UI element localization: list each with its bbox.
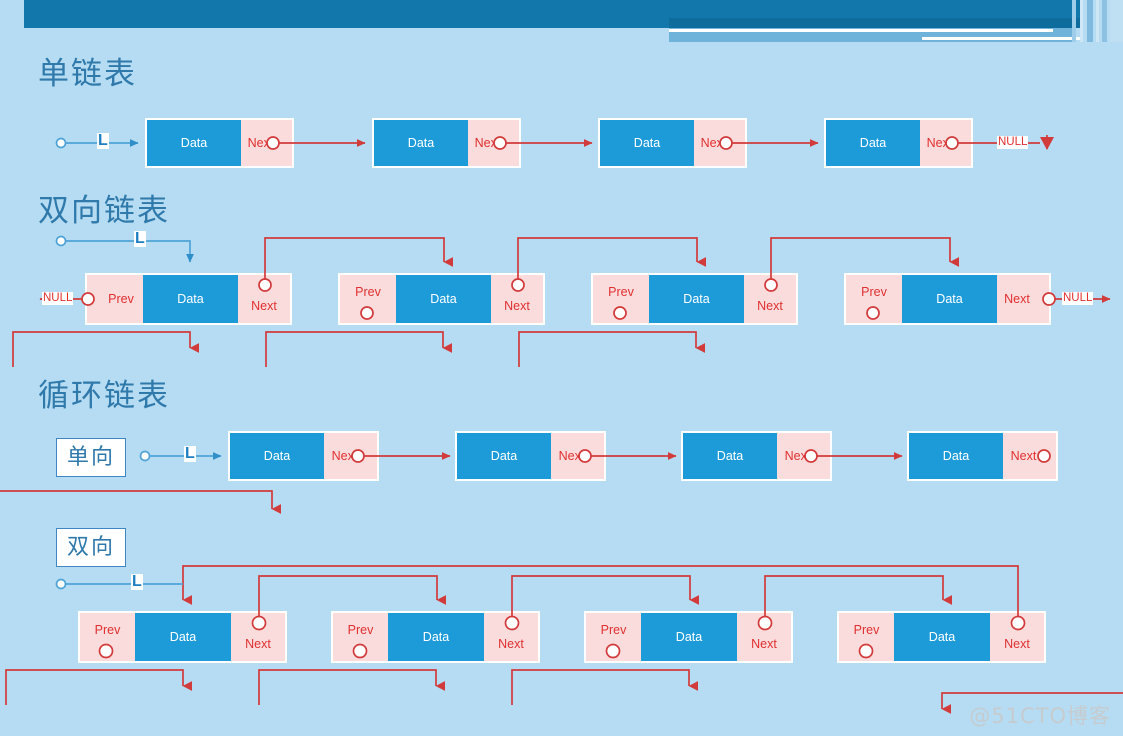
cdbl-next-3 bbox=[764, 575, 952, 623]
prev-dot bbox=[605, 643, 621, 659]
head-origin-dots bbox=[55, 137, 151, 590]
doubly-prev-3 bbox=[265, 331, 452, 367]
prev-dot bbox=[352, 643, 368, 659]
doubly-next-1 bbox=[264, 237, 453, 285]
head-dot bbox=[55, 137, 67, 149]
head-dot bbox=[55, 235, 67, 247]
head-arrow-doubly bbox=[64, 240, 194, 263]
next-dot bbox=[258, 278, 272, 292]
cdbl-next-wrap bbox=[182, 565, 1019, 623]
next-dot bbox=[493, 136, 507, 150]
null-arrow-down bbox=[1040, 137, 1054, 150]
next-dot bbox=[804, 449, 818, 463]
next-dot bbox=[251, 615, 267, 631]
head-label-circ-singly: L bbox=[184, 445, 196, 462]
prev-dot bbox=[81, 292, 95, 306]
next-dot bbox=[578, 449, 592, 463]
next-dot bbox=[351, 449, 365, 463]
prev-dot bbox=[98, 643, 114, 659]
next-dot bbox=[1037, 449, 1051, 463]
connector-layer bbox=[0, 135, 1123, 714]
next-dot bbox=[764, 278, 778, 292]
prev-dot bbox=[613, 306, 627, 320]
head-label-circ-doubly: L bbox=[131, 573, 143, 590]
next-dot bbox=[266, 136, 280, 150]
prev-dot bbox=[866, 306, 880, 320]
red-connectors bbox=[0, 135, 1123, 714]
slide-canvas: 单链表 双向链表 循环链表 单向 双向 Data Next Data Next … bbox=[0, 0, 1123, 736]
cdbl-next-1 bbox=[258, 575, 446, 623]
cdbl-prev-2 bbox=[5, 669, 192, 705]
head-label-doubly: L bbox=[134, 230, 146, 247]
null-label-doubly-right: NULL bbox=[1062, 292, 1094, 305]
null-label-singly: NULL bbox=[997, 136, 1029, 149]
doubly-prev-4 bbox=[518, 331, 705, 367]
head-dot bbox=[139, 450, 151, 462]
next-dot bbox=[1042, 292, 1056, 306]
null-label-doubly-left: NULL bbox=[42, 292, 74, 305]
next-dot bbox=[511, 278, 525, 292]
next-dot bbox=[504, 615, 520, 631]
circ-wrap bbox=[0, 490, 281, 514]
watermark: @51CTO博客 bbox=[969, 704, 1111, 728]
next-dot bbox=[757, 615, 773, 631]
next-dot bbox=[945, 136, 959, 150]
doubly-next-3 bbox=[770, 237, 959, 285]
head-dot bbox=[55, 578, 67, 590]
prev-dot bbox=[858, 643, 874, 659]
cdbl-prev-4 bbox=[511, 669, 698, 705]
head-pointers bbox=[64, 139, 222, 585]
cdbl-prev-3 bbox=[258, 669, 445, 705]
doubly-next-2 bbox=[517, 237, 706, 285]
next-dot bbox=[719, 136, 733, 150]
doubly-prev-2 bbox=[12, 331, 199, 367]
pointer-dots bbox=[81, 136, 1056, 659]
head-label-singly: L bbox=[97, 132, 109, 149]
cdbl-next-2 bbox=[511, 575, 699, 623]
prev-dot bbox=[360, 306, 374, 320]
next-dot bbox=[1010, 615, 1026, 631]
